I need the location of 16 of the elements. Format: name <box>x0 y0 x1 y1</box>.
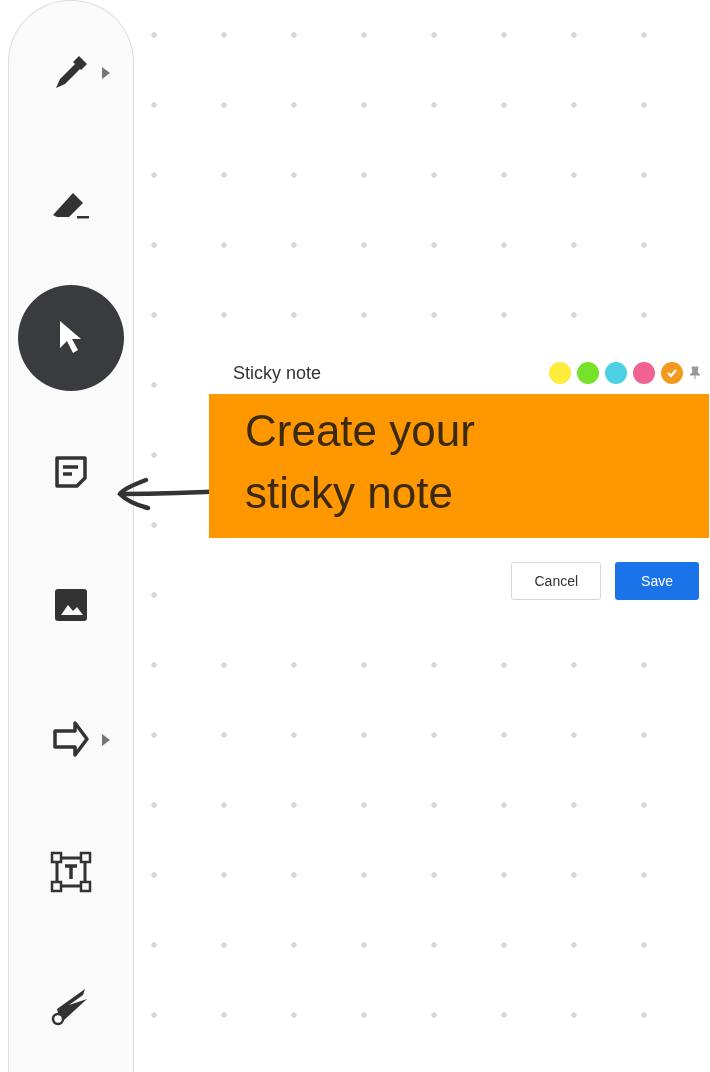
submenu-caret-icon <box>102 66 110 79</box>
pin-icon <box>689 366 701 380</box>
color-swatch[interactable] <box>549 362 571 384</box>
pentagon-arrow-icon <box>51 718 91 759</box>
color-swatch[interactable] <box>577 362 599 384</box>
text-box-icon <box>49 849 93 894</box>
note-text-field[interactable]: Create your sticky note <box>209 394 709 538</box>
save-button[interactable]: Save <box>615 562 699 600</box>
color-swatch[interactable] <box>661 362 683 384</box>
cancel-button[interactable]: Cancel <box>511 562 602 600</box>
color-swatch[interactable] <box>633 362 655 384</box>
image-icon <box>53 587 89 624</box>
sticky-note-icon <box>53 453 89 490</box>
submenu-caret-icon <box>102 733 110 746</box>
dialog-title: Sticky note <box>233 362 322 384</box>
color-swatch[interactable] <box>605 362 627 384</box>
